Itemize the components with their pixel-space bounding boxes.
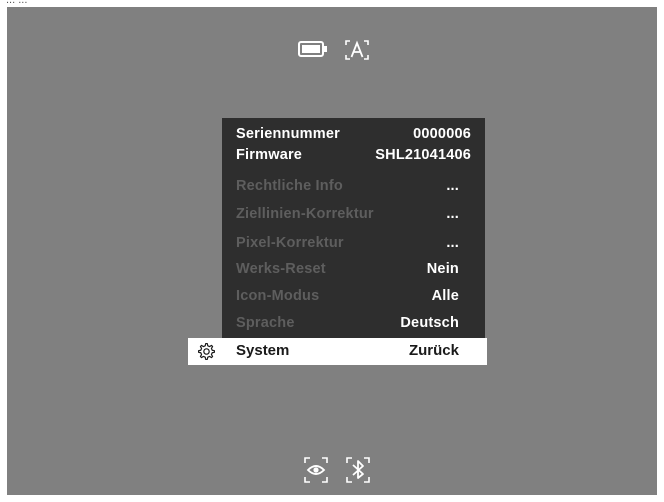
status-bar-bottom	[304, 457, 370, 483]
menu-item-label: Sprache	[236, 315, 295, 331]
menu-item-value: Alle	[431, 288, 459, 304]
menu-item-label: Icon-Modus	[236, 288, 320, 304]
system-label: System	[236, 342, 290, 359]
auto-brightness-icon	[345, 40, 369, 60]
firmware-label: Firmware	[236, 147, 303, 163]
menu-item-language[interactable]: Sprache Deutsch	[236, 312, 471, 334]
eye-view-icon	[304, 457, 328, 483]
menu-item-value: ...	[446, 206, 459, 222]
system-menu-panel: Seriennummer 0000006 Firmware SHL2104140…	[222, 118, 485, 339]
back-value: Zurück	[408, 342, 459, 359]
menu-item-factory-reset[interactable]: Werks-Reset Nein	[236, 258, 471, 280]
menu-item-label: Werks-Reset	[236, 261, 326, 277]
top-caption: ... ...	[6, 0, 28, 6]
device-screen: Seriennummer 0000006 Firmware SHL2104140…	[7, 7, 657, 495]
status-bar-top	[298, 40, 369, 60]
menu-item-value: Nein	[426, 261, 459, 277]
menu-item-pixel-correction[interactable]: Pixel-Korrektur ...	[236, 232, 471, 254]
menu-item-value: ...	[446, 178, 459, 194]
serial-number-value: 0000006	[413, 126, 471, 142]
menu-item-icon-mode[interactable]: Icon-Modus Alle	[236, 285, 471, 307]
menu-item-legal-info[interactable]: Rechtliche Info ...	[236, 175, 471, 197]
menu-item-value: Deutsch	[400, 315, 459, 331]
menu-item-reticle-correction[interactable]: Ziellinien-Korrektur ...	[236, 203, 471, 225]
gear-icon	[197, 342, 216, 361]
menu-item-system-selected[interactable]: System Zurück	[188, 338, 487, 365]
serial-number-label: Seriennummer	[236, 126, 340, 142]
firmware-row: Firmware SHL21041406	[236, 144, 471, 166]
menu-item-label: Rechtliche Info	[236, 178, 343, 194]
bluetooth-icon	[346, 457, 370, 483]
menu-item-value: ...	[446, 235, 459, 251]
serial-number-row: Seriennummer 0000006	[236, 123, 471, 145]
menu-item-label: Pixel-Korrektur	[236, 235, 344, 251]
menu-item-label: Ziellinien-Korrektur	[236, 206, 374, 222]
firmware-value: SHL21041406	[375, 147, 471, 163]
battery-icon	[298, 41, 327, 57]
